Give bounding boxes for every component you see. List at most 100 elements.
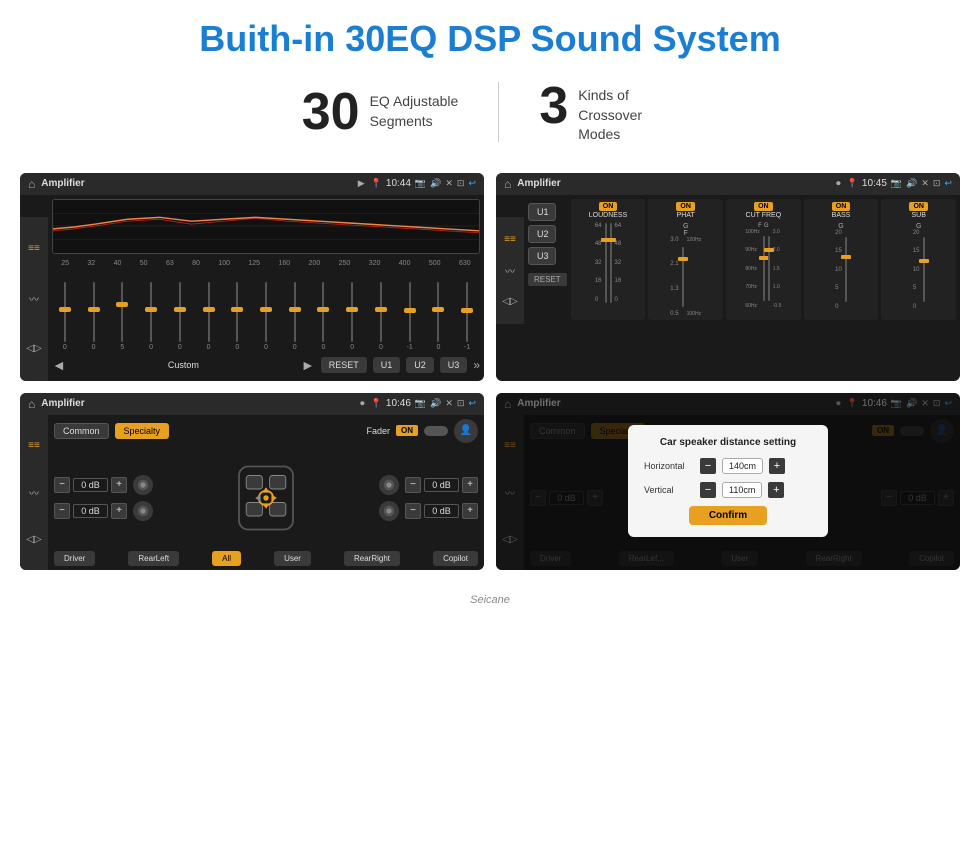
u-buttons-group: U1 U2 U3 RESET <box>528 199 567 320</box>
eq-icon-3: ≡≡ <box>28 440 40 451</box>
page-title: Buith-in 30EQ DSP Sound System <box>0 0 980 70</box>
all-btn[interactable]: All <box>212 551 241 566</box>
u1-button[interactable]: U1 <box>528 203 556 221</box>
db-minus-4[interactable]: − <box>405 503 421 519</box>
vertical-label: Vertical <box>644 485 694 495</box>
eq-next-btn[interactable]: ► <box>301 357 315 373</box>
rearRight-btn[interactable]: RearRight <box>344 551 400 566</box>
col-cutfreq: ON CUT FREQ FG 100Hz90Hz80Hz70Hz60Hz 3.0… <box>726 199 801 320</box>
stat1-label: EQ Adjustable Segments <box>370 86 459 131</box>
fader-13[interactable]: -1 <box>397 282 423 351</box>
side-panel-2: ≡≡ 〰 ◁▷ <box>496 217 524 324</box>
left-db-controls: − 0 dB + − 0 dB + <box>54 475 153 521</box>
stat2-label: Kinds of Crossover Modes <box>578 80 678 145</box>
speaker-icon-l2 <box>133 501 153 521</box>
vertical-minus-btn[interactable]: − <box>700 482 716 498</box>
record-icon-3: ⏺ <box>360 398 365 409</box>
db-plus-1[interactable]: + <box>111 477 127 493</box>
bottom-btns: Driver RearLeft All User RearRight Copil… <box>54 551 478 566</box>
eq-prev-btn[interactable]: ◄ <box>52 357 66 373</box>
fader-1[interactable]: 0 <box>52 282 78 351</box>
stat1-number: 30 <box>302 86 360 138</box>
speaker-icon-r1 <box>379 475 399 495</box>
stat-crossover-modes: 3 Kinds of Crossover Modes <box>499 80 718 145</box>
screen-fader: ⌂ Amplifier ⏺ 📍 10:46 📷 🔊 ✕ ⊡ ↩ ≡≡ 〰 ◁▷ <box>20 393 484 570</box>
specialty-btn[interactable]: Specialty <box>115 423 170 439</box>
home-icon-3: ⌂ <box>28 397 35 411</box>
fader-2[interactable]: 0 <box>81 282 107 351</box>
vol-icon-3: ◁▷ <box>26 534 41 545</box>
db-val-1: 0 dB <box>73 478 108 492</box>
stat-eq-segments: 30 EQ Adjustable Segments <box>262 86 499 138</box>
status-icons-1: 📍 10:44 📷 🔊 ✕ ⊡ ↩ <box>371 178 476 189</box>
status-icons-3: 📍 10:46 📷 🔊 ✕ ⊡ ↩ <box>371 398 476 409</box>
bass-on[interactable]: ON <box>832 202 851 211</box>
side-panel-3: ≡≡ 〰 ◁▷ <box>20 415 48 570</box>
record-icon-2: ⏺ <box>836 178 841 189</box>
wave-icon: 〰 <box>29 291 39 306</box>
fader-15[interactable]: -1 <box>454 282 480 351</box>
fader-12[interactable]: 0 <box>368 282 394 351</box>
db-minus-1[interactable]: − <box>54 477 70 493</box>
horizontal-row: Horizontal − 140cm + <box>644 458 812 474</box>
fader-on-toggle[interactable]: ON <box>396 425 418 436</box>
fader-10[interactable]: 0 <box>311 282 337 351</box>
crossover-reset-btn[interactable]: RESET <box>528 273 567 286</box>
db-ctrl-1[interactable]: − 0 dB + <box>54 475 153 495</box>
copilot-btn[interactable]: Copilot <box>433 551 478 566</box>
expand-icon: » <box>473 358 480 372</box>
db-ctrl-3[interactable]: − 0 dB + <box>379 475 478 495</box>
fader-3[interactable]: 5 <box>109 282 135 351</box>
fader-slider[interactable] <box>424 426 448 436</box>
fader-4[interactable]: 0 <box>138 282 164 351</box>
fader-6[interactable]: 0 <box>196 282 222 351</box>
loudness-on[interactable]: ON <box>599 202 618 211</box>
eq-u2-btn[interactable]: U2 <box>406 357 434 373</box>
horizontal-plus-btn[interactable]: + <box>769 458 785 474</box>
eq-u3-btn[interactable]: U3 <box>440 357 468 373</box>
speaker-diagram <box>221 453 311 543</box>
phat-name: PHAT <box>677 212 695 219</box>
rearLeft-btn[interactable]: RearLeft <box>128 551 179 566</box>
db-ctrl-2[interactable]: − 0 dB + <box>54 501 153 521</box>
confirm-button[interactable]: Confirm <box>689 506 767 525</box>
fader-14[interactable]: 0 <box>426 282 452 351</box>
sub-name: SUB <box>911 212 925 219</box>
fader-5[interactable]: 0 <box>167 282 193 351</box>
status-bar-1: ⌂ Amplifier ▶ 📍 10:44 📷 🔊 ✕ ⊡ ↩ <box>20 173 484 195</box>
vertical-plus-btn[interactable]: + <box>768 482 784 498</box>
driver-btn[interactable]: Driver <box>54 551 95 566</box>
horizontal-value: 140cm <box>722 458 763 474</box>
db-plus-2[interactable]: + <box>111 503 127 519</box>
col-phat: ON PHAT G F 3.02.11.30.5 120Hz100Hz <box>648 199 723 320</box>
phat-on[interactable]: ON <box>676 202 695 211</box>
app-title-1: Amplifier <box>41 178 352 189</box>
fader-7[interactable]: 0 <box>224 282 250 351</box>
db-minus-2[interactable]: − <box>54 503 70 519</box>
db-ctrl-4[interactable]: − 0 dB + <box>379 501 478 521</box>
db-plus-3[interactable]: + <box>462 477 478 493</box>
eq-faders[interactable]: 0 0 5 0 0 <box>52 271 480 351</box>
distance-dialog: Car speaker distance setting Horizontal … <box>628 425 828 537</box>
speaker-icon-r2 <box>379 501 399 521</box>
col-bass: ON BASS G 20151050 <box>804 199 879 320</box>
cutfreq-on[interactable]: ON <box>754 202 773 211</box>
db-val-2: 0 dB <box>73 504 108 518</box>
u3-button[interactable]: U3 <box>528 247 556 265</box>
db-val-4: 0 dB <box>424 504 459 518</box>
u2-button[interactable]: U2 <box>528 225 556 243</box>
eq-reset-btn[interactable]: RESET <box>321 357 367 373</box>
play-icon-1: ▶ <box>358 178 365 189</box>
vertical-row: Vertical − 110cm + <box>644 482 812 498</box>
db-minus-3[interactable]: − <box>405 477 421 493</box>
eq-u1-btn[interactable]: U1 <box>373 357 401 373</box>
horizontal-minus-btn[interactable]: − <box>700 458 716 474</box>
user-btn[interactable]: User <box>274 551 311 566</box>
db-plus-4[interactable]: + <box>462 503 478 519</box>
fader-8[interactable]: 0 <box>253 282 279 351</box>
fader-11[interactable]: 0 <box>339 282 365 351</box>
sub-on[interactable]: ON <box>909 202 928 211</box>
fader-9[interactable]: 0 <box>282 282 308 351</box>
db-val-3: 0 dB <box>424 478 459 492</box>
common-btn[interactable]: Common <box>54 423 109 439</box>
